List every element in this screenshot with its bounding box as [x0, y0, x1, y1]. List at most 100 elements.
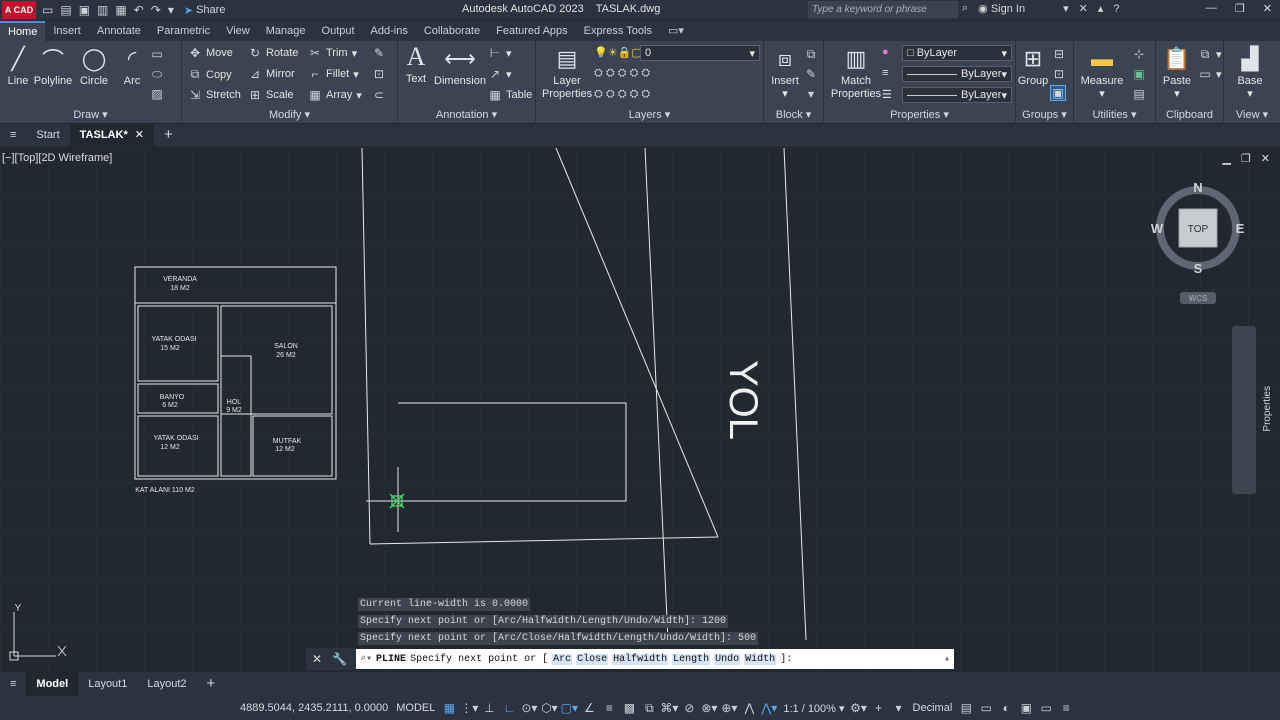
- command-expand-icon[interactable]: ▴: [944, 653, 950, 665]
- close-tab-icon[interactable]: ✕: [135, 129, 144, 141]
- draw-panel-title[interactable]: Draw ▾: [0, 108, 181, 121]
- insert-button[interactable]: ⧈ Insert ▾: [768, 45, 802, 100]
- linetype-dropdown[interactable]: ByLayer ▾: [902, 66, 1012, 82]
- base-button[interactable]: ▟ Base ▾: [1232, 45, 1268, 100]
- tab-insert[interactable]: Insert: [45, 21, 89, 41]
- grid-icon[interactable]: ▦: [439, 701, 459, 715]
- annotation-scale-value[interactable]: 1:1 / 100% ▾: [779, 702, 848, 715]
- polar-icon[interactable]: ⊙▾: [519, 701, 539, 715]
- infer-icon[interactable]: ⊥: [479, 701, 499, 715]
- redo-icon[interactable]: ↷: [151, 3, 161, 17]
- signin-button[interactable]: ◉ Sign In: [978, 2, 1025, 15]
- save-icon[interactable]: ▣: [79, 3, 90, 17]
- annotation-panel-title[interactable]: Annotation ▾: [398, 108, 535, 121]
- add-layout-button[interactable]: +: [197, 672, 226, 696]
- minimize-icon[interactable]: —: [1206, 2, 1217, 15]
- tab-model[interactable]: Model: [26, 672, 79, 696]
- explode-button[interactable]: ⊡: [372, 67, 386, 81]
- lineweight-toggle-icon[interactable]: ≡: [599, 701, 619, 715]
- workspace-gear-icon[interactable]: ⚙▾: [849, 701, 869, 715]
- close-icon[interactable]: ✕: [1263, 2, 1272, 15]
- command-customize-icon[interactable]: 🔧: [332, 652, 347, 666]
- ungroup-button[interactable]: ⊟: [1052, 47, 1066, 61]
- tab-parametric[interactable]: Parametric: [149, 21, 218, 41]
- save-as-icon[interactable]: ▥: [97, 3, 108, 17]
- tab-start[interactable]: Start: [26, 124, 69, 146]
- tab-home[interactable]: Home: [0, 21, 46, 41]
- option-width[interactable]: Width: [744, 653, 777, 665]
- block-attr-button[interactable]: ▾: [804, 87, 818, 101]
- polyline-button[interactable]: ⌒ Polyline: [34, 45, 73, 87]
- 3d-osnap-icon[interactable]: ⌘▾: [659, 701, 679, 715]
- dimension-button[interactable]: ⟷ Dimension: [434, 45, 486, 87]
- tab-output[interactable]: Output: [314, 21, 363, 41]
- ellipse-button[interactable]: ⬭: [150, 67, 164, 82]
- new-tab-button[interactable]: +: [154, 124, 183, 146]
- leader-button[interactable]: ↗ ▾: [488, 67, 512, 81]
- properties-palette-tab[interactable]: Properties: [1262, 386, 1273, 432]
- group-button[interactable]: ⊞ Group: [1018, 45, 1049, 87]
- block-create-button[interactable]: ⧉: [804, 47, 818, 62]
- circle-button[interactable]: ◯ Circle: [78, 45, 110, 87]
- calculator-button[interactable]: ▤: [1132, 87, 1146, 101]
- tab-annotate[interactable]: Annotate: [89, 21, 149, 41]
- tab-featured-apps[interactable]: Featured Apps: [488, 21, 576, 41]
- lock-ui-icon[interactable]: ▭: [976, 701, 996, 715]
- model-space-toggle[interactable]: MODEL: [392, 702, 439, 714]
- ortho-icon[interactable]: ∟: [499, 701, 519, 715]
- isodraft-icon[interactable]: ⬡▾: [539, 701, 559, 715]
- table-button[interactable]: ▦ Table: [488, 88, 532, 102]
- account-icon[interactable]: ▴: [1098, 2, 1104, 15]
- hardware-accel-icon[interactable]: ▣: [1016, 701, 1036, 715]
- new-icon[interactable]: ▭: [42, 3, 53, 17]
- rotate-button[interactable]: ↻ Rotate: [248, 46, 298, 60]
- group-edit-button[interactable]: ⊡: [1052, 67, 1066, 81]
- measure-button[interactable]: ▬ Measure ▾: [1080, 45, 1124, 100]
- layer-tools-row1[interactable]: ⛭ ⛭ ⛭ ⛭ ⛭: [594, 67, 650, 80]
- layer-state-icons[interactable]: 💡☀🔒▢: [594, 46, 642, 59]
- line-button[interactable]: ╱ Line: [4, 45, 32, 87]
- layout-menu-icon[interactable]: ≡: [0, 672, 26, 696]
- option-halfwidth[interactable]: Halfwidth: [612, 653, 669, 665]
- color-wheel-icon[interactable]: ●: [882, 46, 889, 58]
- group-select-button[interactable]: ▣: [1050, 85, 1066, 101]
- offset-button[interactable]: ⊂: [372, 88, 386, 102]
- mirror-button[interactable]: ⊿ Mirror: [248, 67, 295, 81]
- annotation-visibility-icon[interactable]: ⋀: [739, 701, 759, 715]
- otrack-icon[interactable]: ∠: [579, 701, 599, 715]
- scale-button[interactable]: ⊞ Scale: [248, 88, 294, 102]
- lineweight-icon[interactable]: ☰: [882, 88, 892, 101]
- command-input[interactable]: ⌕▾ PLINE Specify next point or [Arc Clos…: [356, 649, 954, 669]
- selection-cycling-icon[interactable]: ⧉: [639, 701, 659, 716]
- drawing-canvas[interactable]: [−][Top][2D Wireframe] ▁ ❐ ✕ VERANDA 18 …: [0, 146, 1280, 672]
- coordinates-readout[interactable]: 4889.5044, 2435.2111, 0.0000: [236, 702, 392, 714]
- help-icon[interactable]: ?: [1113, 3, 1119, 15]
- exchange-icon[interactable]: ✕: [1079, 2, 1088, 15]
- layer-properties-button[interactable]: ▤ Layer Properties: [542, 45, 592, 101]
- tab-layout1[interactable]: Layout1: [78, 672, 137, 696]
- color-dropdown[interactable]: □ ByLayer ▾: [902, 45, 1012, 61]
- stretch-button[interactable]: ⇲ Stretch: [188, 88, 241, 102]
- option-length[interactable]: Length: [672, 653, 711, 665]
- undo-icon[interactable]: ↶: [134, 3, 144, 17]
- ribbon-toggle-icon[interactable]: ▭▾: [660, 21, 692, 41]
- tab-collaborate[interactable]: Collaborate: [416, 21, 488, 41]
- navigation-bar[interactable]: [1232, 326, 1256, 494]
- modify-panel-title[interactable]: Modify ▾: [182, 108, 397, 121]
- share-button[interactable]: ➤ Share: [184, 4, 226, 17]
- units-value[interactable]: Decimal: [909, 702, 957, 714]
- fillet-button[interactable]: ⌐ Fillet ▾: [308, 67, 358, 81]
- command-close-icon[interactable]: ✕: [312, 652, 322, 666]
- open-icon[interactable]: ▤: [60, 3, 71, 17]
- layers-panel-title[interactable]: Layers ▾: [536, 108, 763, 121]
- tab-taslak[interactable]: TASLAK* ✕: [69, 124, 155, 146]
- hatch-button[interactable]: ▨: [150, 87, 164, 101]
- rectangle-button[interactable]: ▭: [150, 47, 164, 61]
- option-undo[interactable]: Undo: [714, 653, 741, 665]
- text-button[interactable]: A Text: [402, 42, 430, 85]
- viewcube[interactable]: TOP N S E W WCS: [1151, 180, 1245, 304]
- tab-manage[interactable]: Manage: [258, 21, 314, 41]
- annotation-scale-icon[interactable]: ⋀▾: [759, 701, 779, 715]
- layer-tools-row2[interactable]: ⛭ ⛭ ⛭ ⛭ ⛭: [594, 88, 650, 101]
- gizmo-icon[interactable]: ⊕▾: [719, 701, 739, 715]
